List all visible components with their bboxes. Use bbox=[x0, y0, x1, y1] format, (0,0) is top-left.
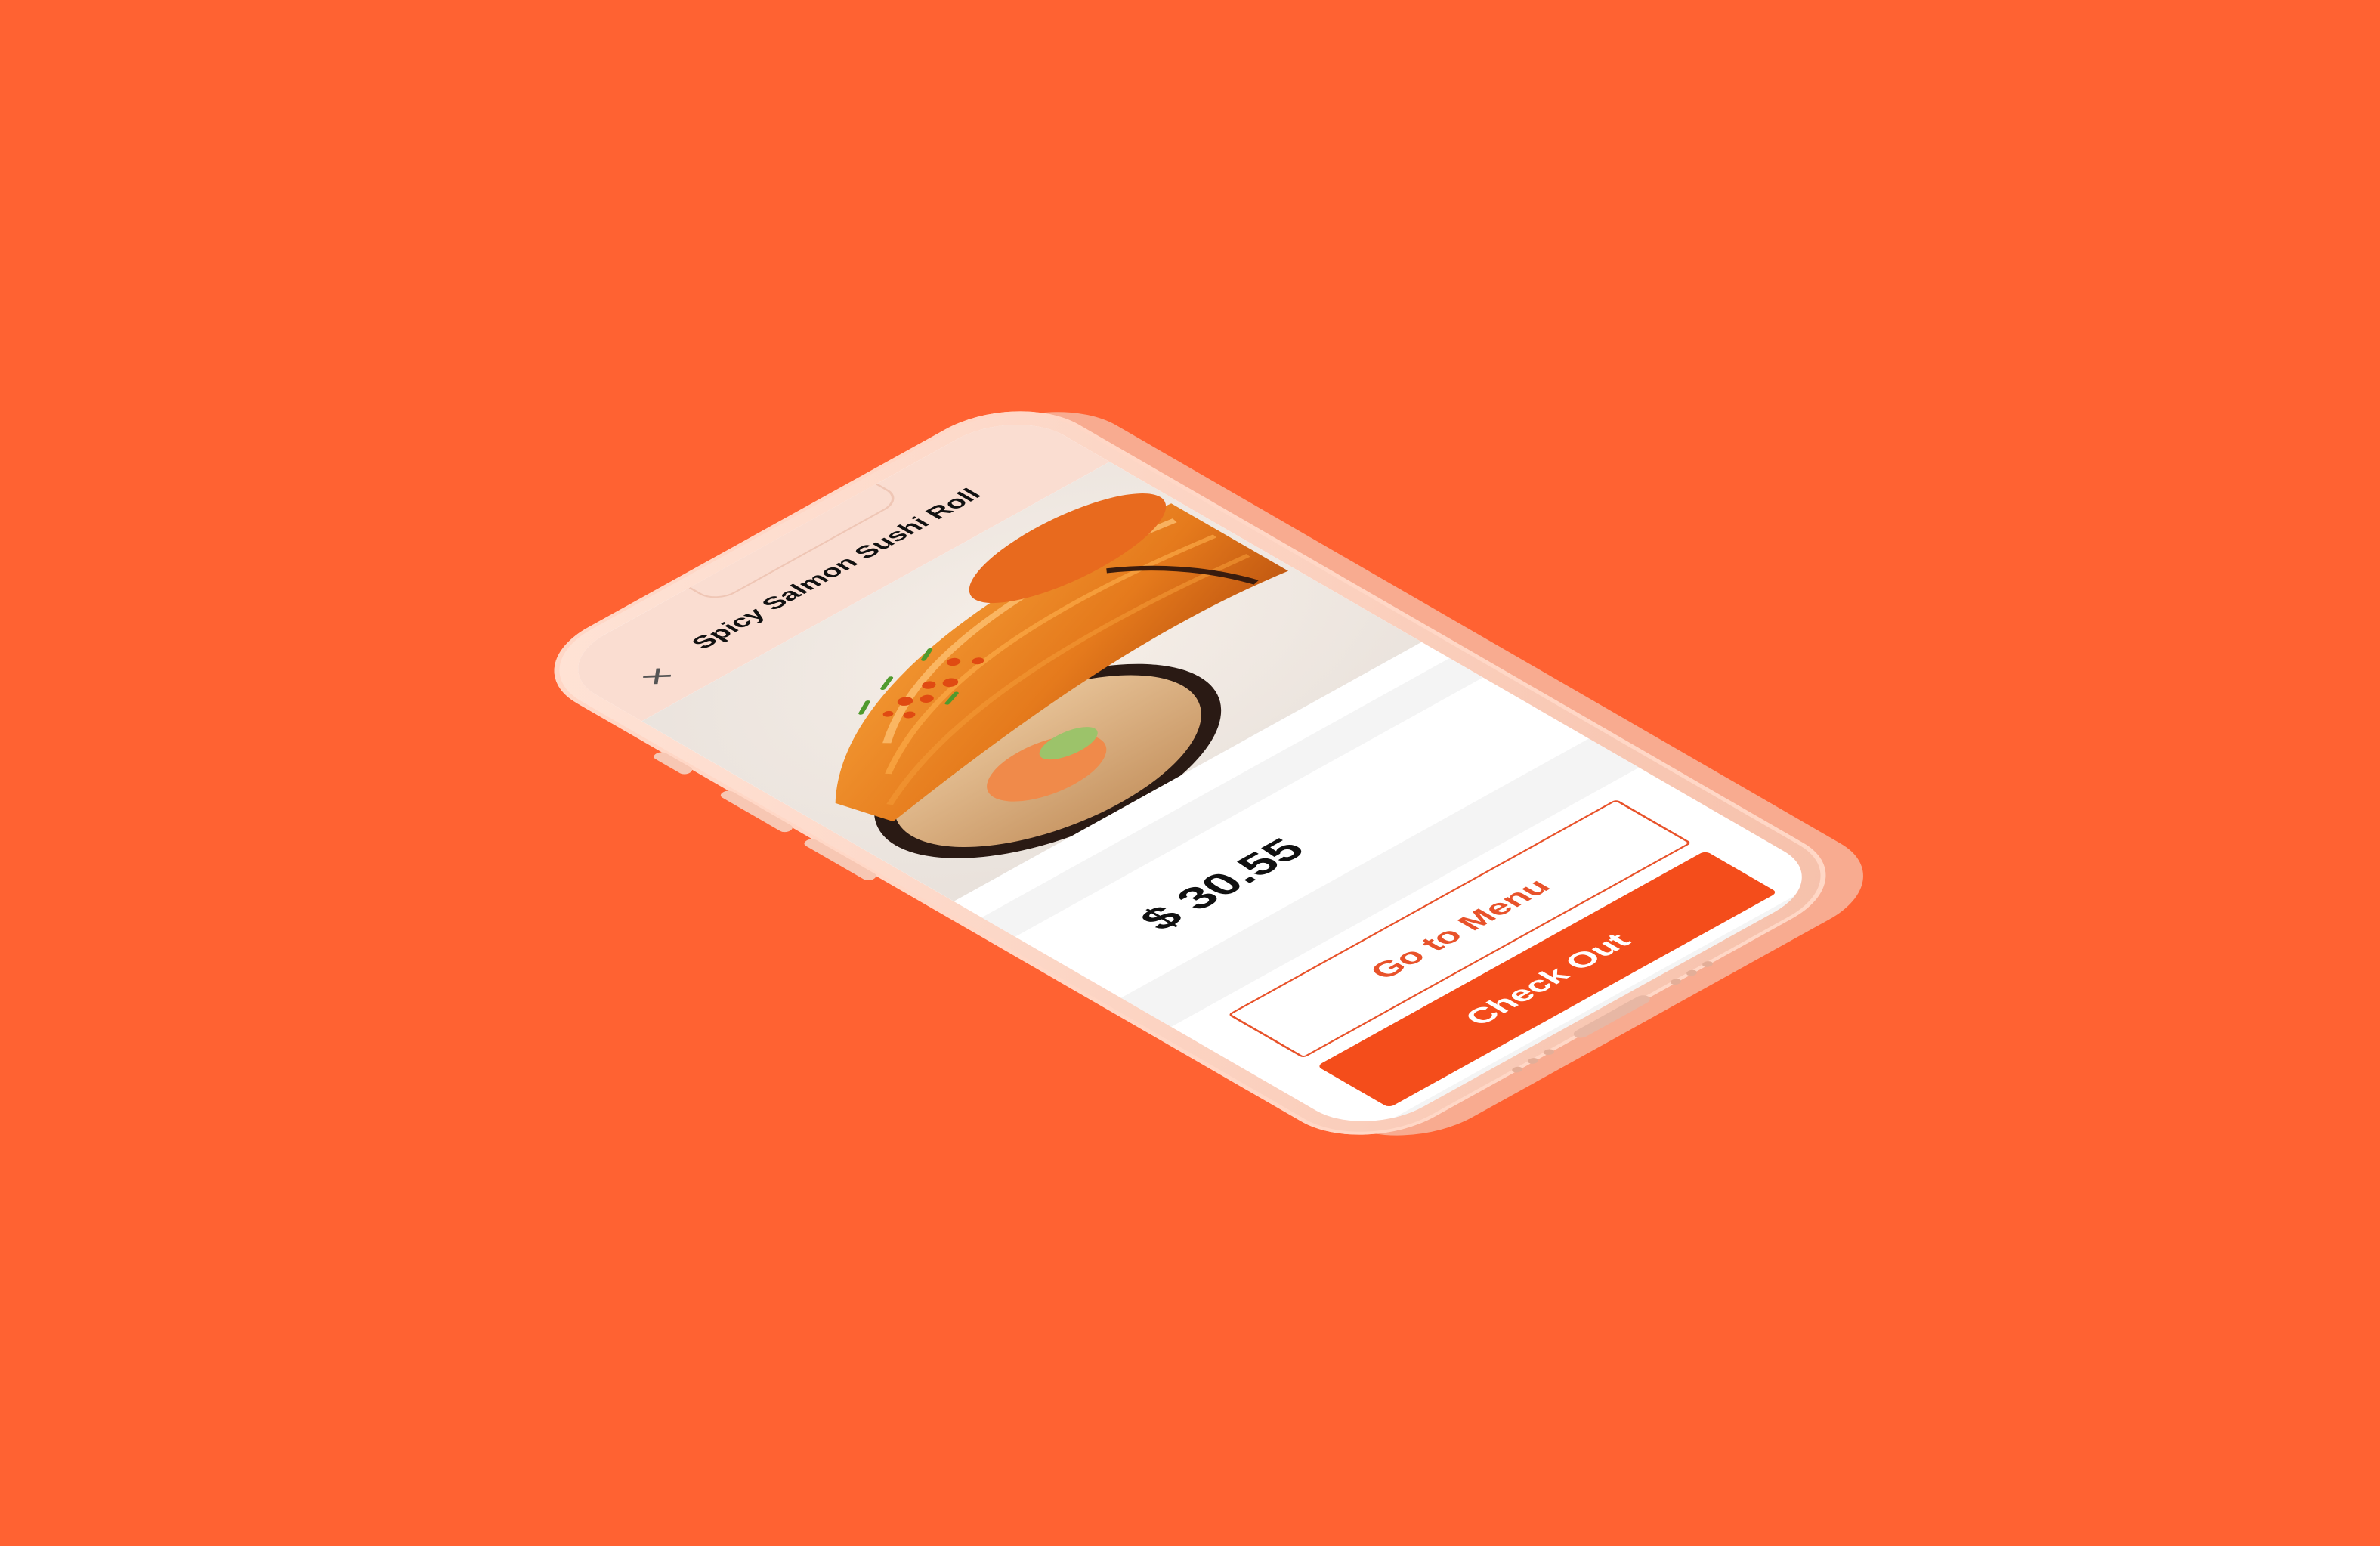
mute-switch bbox=[651, 750, 695, 776]
background-stage: ✕ Spicy Salmon Sushi Roll $ 30.55 Go to … bbox=[0, 0, 2380, 1546]
phone-device: ✕ Spicy Salmon Sushi Roll $ 30.55 Go to … bbox=[515, 389, 1902, 1158]
app-screen: ✕ Spicy Salmon Sushi Roll $ 30.55 Go to … bbox=[547, 407, 1833, 1139]
phone-body: ✕ Spicy Salmon Sushi Roll $ 30.55 Go to … bbox=[515, 389, 1865, 1157]
sushi-roll-photo bbox=[641, 462, 1422, 901]
product-image bbox=[641, 462, 1422, 901]
